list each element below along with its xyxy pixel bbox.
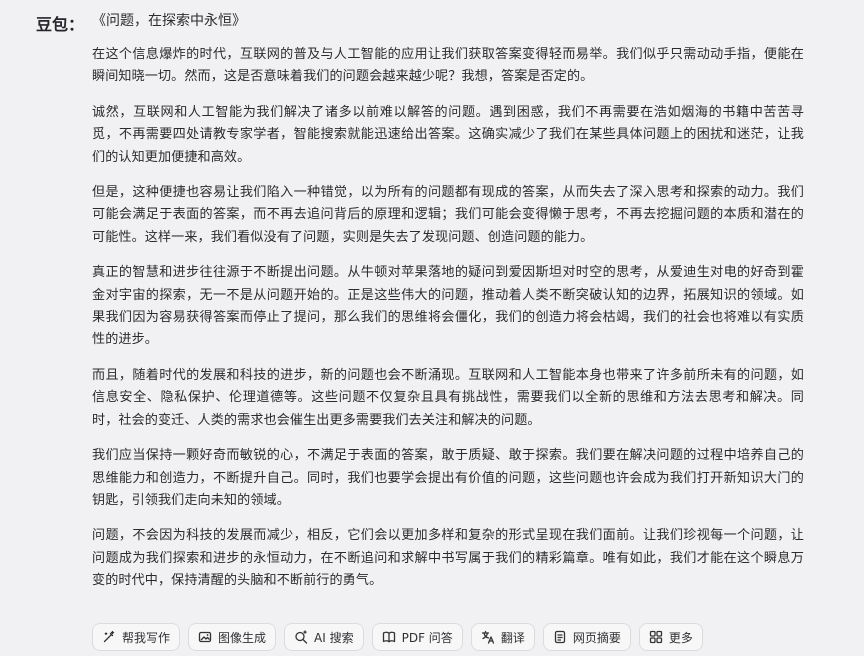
ai-search-label: AI 搜索 [314,630,354,645]
image-generation-button[interactable]: 图像生成 [188,623,277,651]
more-button[interactable]: 更多 [638,623,703,651]
ai-search-button[interactable]: AI 搜索 [284,623,364,651]
web-summary-label: 网页摘要 [572,630,621,645]
write-assist-label: 帮我写作 [122,630,171,645]
chat-response-view: 豆包： 《问题，在探索中永恒》 在这个信息爆炸的时代，互联网的普及与人工智能的应… [0,0,864,656]
essay-paragraph: 在这个信息爆炸的时代，互联网的普及与人工智能的应用让我们获取答案变得轻而易举。我… [92,47,804,85]
grid-icon [649,630,663,644]
web-summary-button[interactable]: 网页摘要 [542,623,631,651]
essay-body: 在这个信息爆炸的时代，互联网的普及与人工智能的应用让我们获取答案变得轻而易举。我… [92,44,804,606]
search-sparkle-icon [294,630,308,644]
write-assist-button[interactable]: 帮我写作 [92,623,181,651]
essay-paragraph: 问题，不会因为科技的发展而减少，相反，它们会以更加多样和复杂的形式呈现在我们面前… [92,528,804,589]
image-generation-label: 图像生成 [218,630,267,645]
pdf-qa-label: PDF 问答 [401,630,453,645]
image-icon [198,630,212,644]
document-icon [553,630,567,644]
pdf-qa-button[interactable]: PDF 问答 [371,623,463,651]
speaker-label: 豆包： [36,15,85,34]
translate-button[interactable]: 翻译 [470,623,535,651]
essay-paragraph: 但是，这种便捷也容易让我们陷入一种错觉，以为所有的问题都有现成的答案，从而失去了… [92,185,804,245]
more-label: 更多 [668,630,693,645]
essay-paragraph: 我们应当保持一颗好奇而敏锐的心，不满足于表面的答案，敢于质疑、敢于探索。我们要在… [92,448,804,508]
essay-paragraph: 真正的智慧和进步往往源于不断提出问题。从牛顿对苹果落地的疑问到爱因斯坦对时空的思… [92,265,804,348]
pen-sparkle-icon [102,630,116,644]
book-icon [382,630,396,644]
translate-icon [481,630,495,644]
essay-paragraph: 诚然，互联网和人工智能为我们解决了诸多以前难以解答的问题。遇到困惑，我们不再需要… [92,104,804,165]
essay-title: 《问题，在探索中永恒》 [92,13,246,29]
translate-label: 翻译 [500,630,525,645]
essay-paragraph: 而且，随着时代的发展和科技的进步，新的问题也会不断涌现。互联网和人工智能本身也带… [92,367,804,428]
skill-toolbar: 帮我写作 图像生成 AI 搜索 PDF 问答 翻译 网页摘要 更多 [92,623,703,651]
